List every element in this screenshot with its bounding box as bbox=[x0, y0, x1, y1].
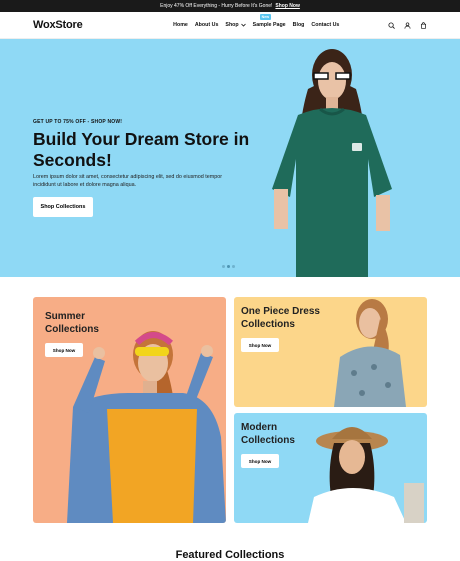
nav-blog[interactable]: Blog bbox=[293, 22, 305, 28]
nav-about[interactable]: About Us bbox=[195, 22, 219, 28]
user-icon[interactable] bbox=[404, 21, 411, 29]
hero-description: Lorem ipsum dolor sit amet, consectetur … bbox=[33, 174, 223, 188]
shop-collections-button[interactable]: Shop Collections bbox=[33, 197, 93, 217]
cart-icon[interactable] bbox=[420, 21, 427, 29]
one-piece-dress-card[interactable]: One Piece Dress Collections Shop Now bbox=[234, 297, 427, 407]
chevron-down-icon bbox=[240, 23, 246, 27]
header-icons bbox=[388, 21, 427, 29]
collections-grid: Summer Collections Shop Now One Piece Dr… bbox=[0, 277, 460, 534]
dress-shop-now-button[interactable]: Shop Now bbox=[241, 338, 279, 352]
nav-about-label: About Us bbox=[194, 22, 219, 28]
nav-home[interactable]: Home bbox=[173, 22, 188, 28]
announcement-bar: Enjoy 47% Off Everything - Hurry Before … bbox=[0, 0, 460, 12]
hero-banner: GET UP TO 75% OFF - SHOP NOW! Build Your… bbox=[0, 39, 460, 277]
modern-shop-now-button[interactable]: Shop Now bbox=[241, 454, 279, 468]
modern-collections-title: Modern Collections bbox=[241, 422, 295, 446]
summer-collections-title: Summer Collections bbox=[45, 311, 99, 335]
search-icon[interactable] bbox=[388, 21, 395, 29]
announcement-text: Enjoy 47% Off Everything - Hurry Before … bbox=[160, 3, 273, 9]
nav-home-label: Home bbox=[173, 22, 188, 28]
site-logo[interactable]: WoxStore bbox=[33, 19, 83, 31]
nav-contact-label: Contact Us bbox=[311, 22, 340, 28]
one-piece-dress-title: One Piece Dress Collections bbox=[241, 306, 320, 330]
summer-collections-card[interactable]: Summer Collections Shop Now bbox=[33, 297, 226, 523]
nav-sample-page[interactable]: New Sample Page bbox=[252, 14, 286, 28]
featured-collections-heading: Featured Collections bbox=[175, 549, 285, 561]
nav-sample-page-label: Sample Page bbox=[252, 22, 286, 28]
main-nav: Home About Us Shop New Sample Page Blog … bbox=[131, 14, 339, 28]
nav-shop[interactable]: Shop bbox=[225, 22, 246, 28]
site-header: WoxStore Home About Us Shop New Sample P… bbox=[0, 12, 460, 39]
slider-dot[interactable] bbox=[227, 265, 230, 268]
nav-contact[interactable]: Contact Us bbox=[311, 22, 339, 28]
hero-title: Build Your Dream Store in Seconds! bbox=[33, 129, 250, 170]
nav-blog-label: Blog bbox=[292, 22, 305, 28]
nav-shop-label: Shop bbox=[225, 22, 239, 28]
slider-dot[interactable] bbox=[232, 265, 235, 268]
slider-dot[interactable] bbox=[222, 265, 225, 268]
hero-model-image bbox=[272, 49, 392, 277]
hero-kicker: GET UP TO 75% OFF - SHOP NOW! bbox=[33, 119, 123, 125]
modern-collections-card[interactable]: Modern Collections Shop Now bbox=[234, 413, 427, 523]
new-badge: New bbox=[259, 14, 272, 20]
slider-dots bbox=[222, 265, 235, 268]
summer-shop-now-button[interactable]: Shop Now bbox=[45, 343, 83, 357]
announcement-shop-link[interactable]: Shop Now bbox=[275, 3, 299, 9]
